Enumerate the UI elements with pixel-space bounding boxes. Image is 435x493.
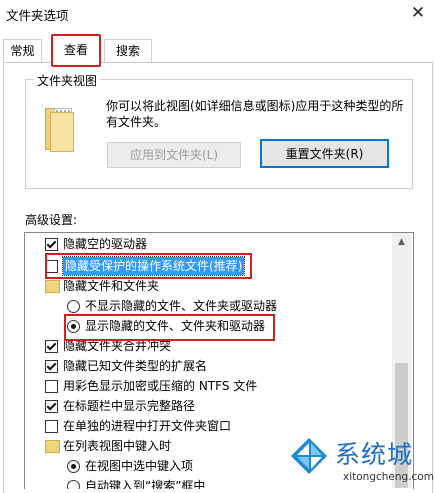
watermark-brand: 系统城 xyxy=(335,440,414,469)
reset-folders-button[interactable]: 重置文件夹(R) xyxy=(260,139,389,168)
folder-view-icon xyxy=(45,108,75,154)
folder-views-group xyxy=(25,79,413,189)
folder-icon xyxy=(45,280,60,293)
watermark-url: xitongcheng.com xyxy=(343,471,434,483)
close-icon[interactable]: ✕ xyxy=(405,1,431,25)
advanced-settings-label: 高级设置: xyxy=(25,213,78,227)
radio[interactable] xyxy=(67,320,80,333)
checkbox[interactable] xyxy=(45,420,58,433)
checkbox[interactable] xyxy=(45,340,58,353)
window-title: 文件夹选项 xyxy=(6,8,69,23)
tab-search[interactable]: 搜索 xyxy=(104,39,152,62)
checkbox[interactable] xyxy=(45,260,58,273)
watermark: 系统城 xitongcheng.com xyxy=(283,430,435,488)
folder-views-legend: 文件夹视图 xyxy=(34,72,101,89)
windows-logo-icon xyxy=(287,434,331,478)
checkbox[interactable] xyxy=(45,238,58,251)
radio[interactable] xyxy=(67,460,80,473)
scroll-up-icon[interactable]: ▲ xyxy=(392,233,411,251)
checkbox[interactable] xyxy=(45,360,58,373)
apply-to-folders-button[interactable]: 应用到文件夹(L) xyxy=(107,142,241,168)
folder-views-description: 你可以将此视图(如详细信息或图标)应用于这种类型的所有文件夹。 xyxy=(106,99,404,129)
checkbox[interactable] xyxy=(45,380,58,393)
checkbox[interactable] xyxy=(45,400,58,413)
tab-general[interactable]: 常规 xyxy=(3,39,42,62)
tab-view[interactable]: 查看 xyxy=(51,34,101,67)
radio[interactable] xyxy=(67,300,80,313)
folder-icon xyxy=(45,440,60,453)
